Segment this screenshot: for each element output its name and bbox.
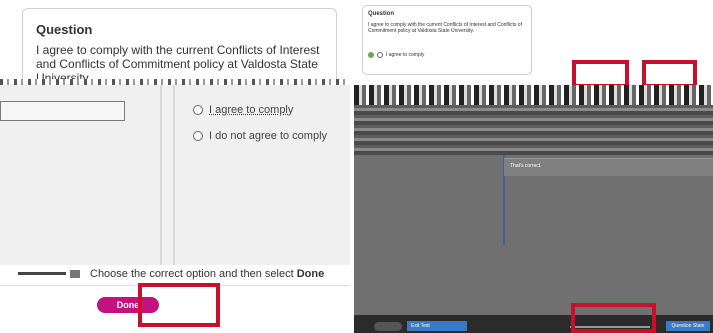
selected-option: I agree to comply — [368, 52, 424, 58]
highlight-box — [572, 60, 629, 88]
radio-icon — [377, 52, 383, 58]
highlight-box — [571, 303, 656, 333]
option-label: I do not agree to comply — [209, 130, 328, 142]
instruction-line: Choose the correct option and then selec… — [18, 268, 350, 282]
option-agree[interactable]: I agree to comply — [193, 104, 293, 116]
right-panel: Question I agree to comply with the curr… — [354, 0, 713, 333]
radio-icon[interactable] — [193, 105, 203, 115]
column-divider — [173, 85, 175, 265]
feedback-text: That's correct. — [510, 163, 542, 169]
check-icon — [368, 52, 374, 58]
toggle-button[interactable] — [374, 322, 402, 331]
question-heading-small: Question — [368, 11, 395, 17]
option-label: I agree to comply — [209, 104, 294, 116]
info-icon — [70, 270, 80, 278]
exit-test-button[interactable]: Exit Test — [407, 321, 467, 331]
instruction-text: Choose the correct option and then selec… — [90, 268, 324, 280]
instruction-bold: Done — [296, 268, 325, 280]
column-divider — [160, 85, 162, 265]
instruction-prefix: Choose the correct option and then selec… — [90, 268, 297, 280]
answer-input-box[interactable] — [0, 101, 125, 121]
question-state-button[interactable]: Question State — [666, 321, 710, 331]
highlight-box — [642, 60, 697, 88]
highlight-box — [138, 283, 220, 327]
feedback-bar: That's correct. — [504, 158, 713, 176]
render-artifact — [18, 272, 66, 275]
question-heading: Question — [36, 22, 93, 37]
selected-option-label: I agree to comply — [386, 52, 425, 58]
render-artifact — [354, 105, 713, 155]
option-disagree[interactable]: I do not agree to comply — [193, 130, 327, 142]
left-panel: Question I agree to comply with the curr… — [0, 0, 350, 333]
question-text-small: I agree to comply with the current Confl… — [368, 22, 522, 34]
radio-icon[interactable] — [193, 131, 203, 141]
render-artifact — [354, 85, 713, 105]
